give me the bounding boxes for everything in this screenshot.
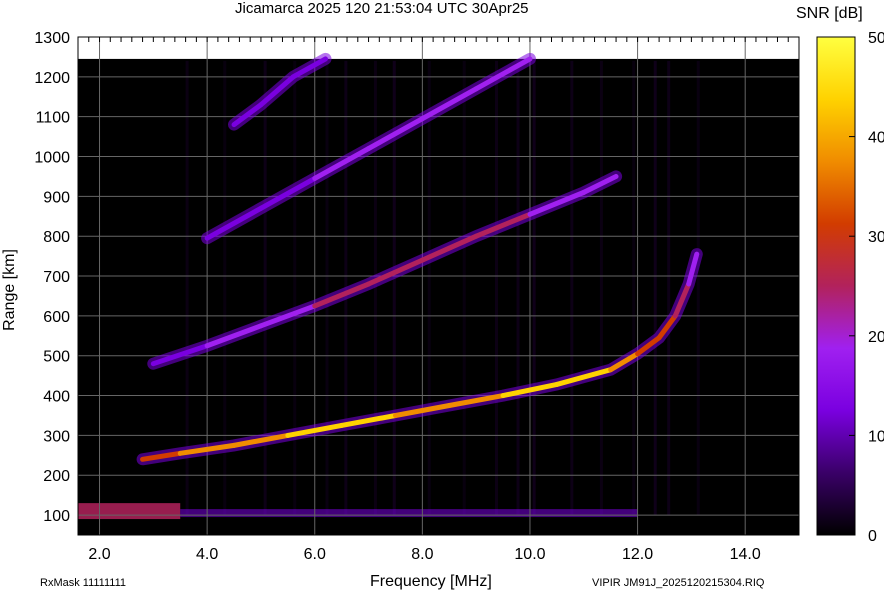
- y-tick-label: 100: [43, 508, 70, 525]
- colorbar-title: SNR [dB]: [796, 5, 863, 22]
- x-axis-label: Frequency [MHz]: [370, 573, 492, 590]
- colorbar-tick-label: 0: [868, 528, 877, 545]
- x-tick-label: 10.0: [514, 546, 545, 563]
- colorbar-bar: [816, 36, 856, 536]
- ionogram-chart: 2.0 4.0 6.0 8.0 10.0 12.0 14.0 100200300400500…: [34, 30, 884, 563]
- noise-streak: [516, 60, 520, 516]
- noise-streak: [599, 60, 603, 516]
- y-tick-label: 500: [43, 349, 70, 366]
- colorbar-tick-label: 10: [868, 428, 884, 445]
- noise-streak: [293, 60, 297, 516]
- noise-streak: [462, 60, 466, 516]
- x-tick-label: 2.0: [88, 546, 110, 563]
- file-label: VIPIR JM91J_2025120215304.RIQ: [592, 577, 765, 589]
- noise-streak: [427, 60, 431, 516]
- noise-streak: [667, 60, 671, 516]
- x-tick-label: 6.0: [304, 546, 326, 563]
- x-tick-label: 4.0: [196, 546, 218, 563]
- colorbar: 0 10 20 30 40 50: [816, 30, 884, 545]
- chart-title: Jicamarca 2025 120 21:53:04 UTC 30Apr25: [235, 0, 529, 17]
- x-tick-label: 14.0: [730, 546, 761, 563]
- y-tick-label: 600: [43, 309, 70, 326]
- y-tick-label: 900: [43, 189, 70, 206]
- y-tick-label: 800: [43, 229, 70, 246]
- rxmask-label: RxMask 11111111: [40, 577, 127, 589]
- y-axis-label: Range [km]: [1, 249, 18, 331]
- colorbar-tick-label: 40: [868, 130, 884, 147]
- colorbar-tick-label: 20: [868, 329, 884, 346]
- no-data-strip: [78, 37, 799, 59]
- colorbar-tick-label: 50: [868, 30, 884, 47]
- low-noise-band: [180, 509, 638, 518]
- y-tick-label: 200: [43, 468, 70, 485]
- noise-streak: [263, 60, 267, 516]
- y-tick-label: 400: [43, 389, 70, 406]
- y-axis-ticks: 100 200 300 400 500 600 700 800 900 1000 1100 1200 1…: [34, 30, 70, 525]
- noise-streak: [532, 60, 536, 516]
- y-tick-label: 300: [43, 428, 70, 445]
- noise-streak: [653, 60, 657, 516]
- y-tick-label: 1100: [36, 110, 71, 127]
- x-axis-ticks: 2.0 4.0 6.0 8.0 10.0 12.0 14.0: [88, 546, 760, 563]
- low-echo-band: [78, 503, 181, 520]
- noise-streak: [696, 60, 700, 516]
- noise-streak: [494, 60, 498, 516]
- y-tick-label: 1300: [34, 30, 70, 47]
- noise-streak: [570, 60, 574, 516]
- y-tick-label: 1200: [34, 70, 70, 87]
- noise-streak: [325, 60, 329, 516]
- colorbar-tick-label: 30: [868, 229, 884, 246]
- y-tick-label: 1000: [34, 150, 70, 167]
- x-tick-label: 12.0: [622, 546, 653, 563]
- x-tick-label: 8.0: [411, 546, 433, 563]
- noise-streak: [632, 60, 636, 516]
- y-tick-label: 700: [43, 269, 70, 286]
